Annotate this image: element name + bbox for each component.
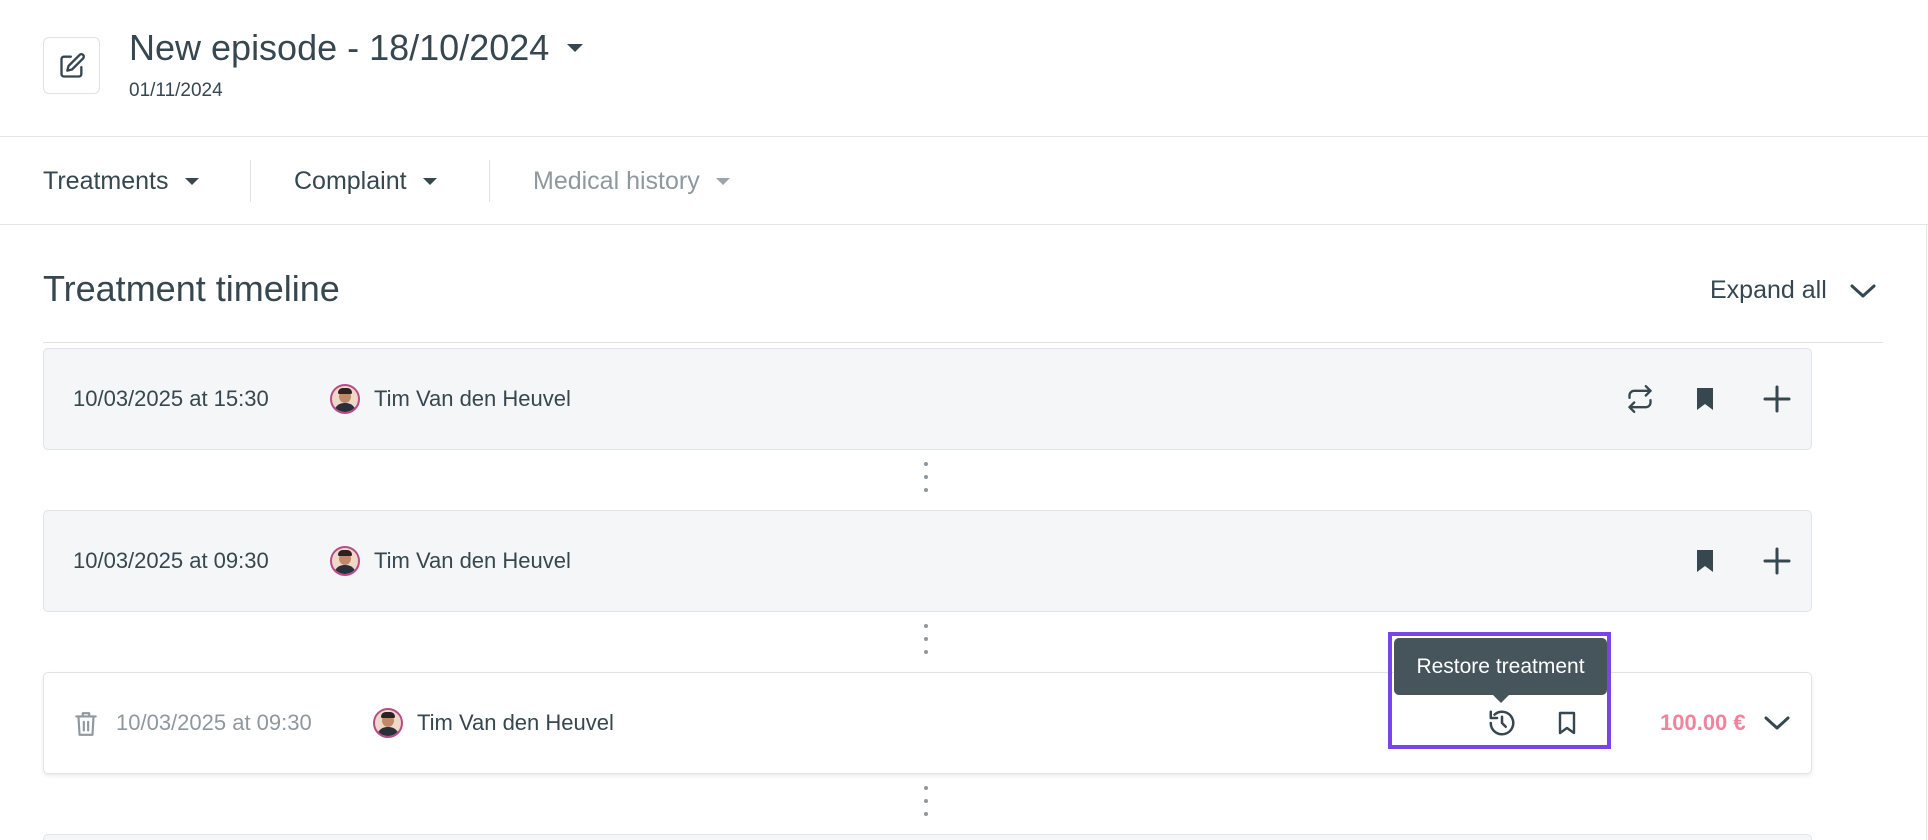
expand-treatment-button[interactable] [1759,705,1795,741]
treatment-card[interactable]: 10/03/2025 at 15:30 Tim Van den Heuvel [43,348,1812,450]
repeat-treatment-button[interactable] [1622,381,1658,417]
restore-treatment-tooltip: Restore treatment [1394,638,1607,695]
avatar [330,384,360,414]
episode-title-dropdown[interactable]: New episode - 18/10/2024 [129,27,584,69]
section-title: Treatment timeline [43,268,340,309]
timeline-connector [924,462,928,501]
expand-all-button[interactable]: Expand all [1710,276,1877,305]
bookmark-button[interactable] [1687,381,1723,417]
caret-down-icon [422,177,437,185]
add-button[interactable] [1759,381,1795,417]
episode-date: 01/11/2024 [129,80,223,101]
tab-divider [250,160,251,202]
add-button[interactable] [1759,543,1795,579]
practitioner-name: Tim Van den Heuvel [417,710,614,735]
plus-icon [1763,547,1791,575]
trash-icon [75,712,97,736]
edit-icon [59,52,85,78]
tab-complaint[interactable]: Complaint [294,137,437,225]
tab-label: Complaint [294,166,407,195]
tab-label: Medical history [533,166,700,195]
plus-icon [1763,385,1791,413]
treatment-datetime: 10/03/2025 at 09:30 [116,710,312,735]
treatment-card[interactable] [43,834,1812,840]
repeat-icon [1628,385,1652,413]
caret-down-icon [567,44,584,52]
episode-header: New episode - 18/10/2024 01/11/2024 [0,0,1928,137]
bookmark-filled-icon [1697,550,1713,572]
treatment-practitioner: Tim Van den Heuvel [330,511,571,611]
practitioner-name: Tim Van den Heuvel [374,548,571,573]
treatment-practitioner: Tim Van den Heuvel [373,673,614,773]
timeline-connector [924,624,928,663]
treatment-datetime: 10/03/2025 at 15:30 [73,386,269,411]
panel-edge [1926,225,1927,840]
episode-tabs: Treatments Complaint Medical history [0,137,1928,225]
episode-title: New episode - 18/10/2024 [129,27,550,68]
avatar [330,546,360,576]
expand-all-label: Expand all [1710,276,1827,304]
caret-down-icon [184,177,199,185]
practitioner-name: Tim Van den Heuvel [374,386,571,411]
bookmark-filled-icon [1697,388,1713,410]
section-divider [43,342,1883,343]
chevron-down-icon [1764,716,1790,730]
timeline-connector [924,786,928,825]
chevron-down-icon [1850,284,1876,297]
treatment-practitioner: Tim Van den Heuvel [330,349,571,449]
bookmark-button[interactable] [1687,543,1723,579]
avatar [373,708,403,738]
treatment-card[interactable]: 10/03/2025 at 09:30 Tim Van den Heuvel [43,510,1812,612]
treatment-datetime: 10/03/2025 at 09:30 [73,548,269,573]
tab-medical-history[interactable]: Medical history [533,137,730,225]
tooltip-arrow [1493,695,1509,703]
edit-episode-button[interactable] [43,37,100,94]
tab-divider [489,160,490,202]
caret-down-icon [715,177,730,185]
treatment-price: 100.00 € [1660,710,1746,735]
tab-treatments[interactable]: Treatments [43,137,199,225]
tab-label: Treatments [43,166,169,195]
